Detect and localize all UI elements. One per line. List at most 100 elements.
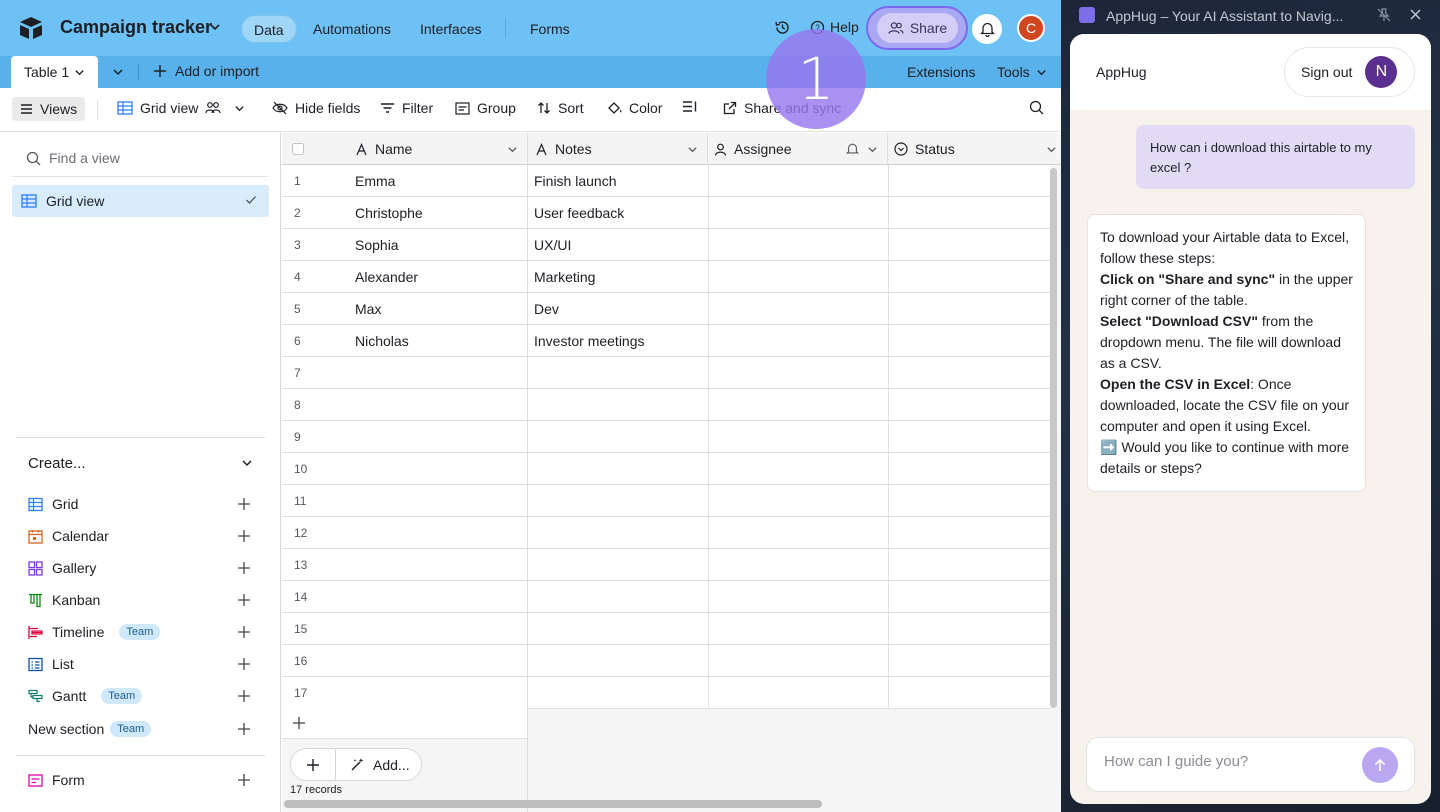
table-row[interactable]: 17 bbox=[282, 677, 1051, 709]
table-row[interactable]: 3 Sophia UX/UI bbox=[282, 229, 1051, 261]
find-view-input[interactable]: Find a view bbox=[26, 150, 120, 166]
table-row[interactable]: 8 bbox=[282, 389, 1051, 421]
create-section-header[interactable]: Create... bbox=[28, 455, 86, 472]
column-header-name[interactable]: Name bbox=[355, 133, 412, 165]
column-header-assignee[interactable]: Assignee bbox=[714, 133, 792, 165]
cell-notes[interactable]: User feedback bbox=[534, 205, 624, 221]
cell-name[interactable]: Christophe bbox=[355, 205, 423, 221]
tab-automations[interactable]: Automations bbox=[301, 15, 403, 43]
hide-fields-button[interactable]: Hide fields bbox=[272, 100, 360, 116]
add-calendar-plus-icon[interactable] bbox=[237, 529, 251, 543]
column-header-notes[interactable]: Notes bbox=[535, 133, 592, 165]
timeline-icon bbox=[28, 625, 43, 640]
cell-name[interactable]: Emma bbox=[355, 173, 395, 189]
horizontal-scrollbar[interactable] bbox=[284, 800, 822, 808]
add-kanban-plus-icon[interactable] bbox=[237, 593, 251, 607]
sidebar-item-grid-view[interactable]: Grid view bbox=[12, 185, 269, 217]
sort-button[interactable]: Sort bbox=[537, 100, 584, 116]
user-avatar[interactable]: C bbox=[1017, 14, 1045, 42]
table-row[interactable]: 6 Nicholas Investor meetings bbox=[282, 325, 1051, 357]
chat-input[interactable] bbox=[1104, 753, 1354, 770]
tab-forms[interactable]: Forms bbox=[518, 15, 582, 43]
color-button[interactable]: Color bbox=[606, 100, 662, 116]
tools-button[interactable]: Tools bbox=[997, 64, 1047, 80]
chevron-down-icon[interactable] bbox=[507, 133, 518, 165]
cell-divider bbox=[708, 677, 709, 709]
table-row[interactable]: 16 bbox=[282, 645, 1051, 677]
create-new-section-item[interactable]: New section Team bbox=[28, 719, 152, 739]
table-row[interactable]: 12 bbox=[282, 517, 1051, 549]
chevron-down-icon[interactable] bbox=[867, 133, 878, 165]
group-button[interactable]: Group bbox=[455, 100, 516, 116]
filter-button[interactable]: Filter bbox=[380, 100, 433, 116]
search-icon[interactable] bbox=[1029, 100, 1044, 115]
pin-icon[interactable] bbox=[1377, 8, 1391, 22]
add-grid-plus-icon[interactable] bbox=[237, 497, 251, 511]
add-gantt-plus-icon[interactable] bbox=[237, 689, 251, 703]
select-all-checkbox[interactable] bbox=[292, 133, 304, 165]
column-header-status[interactable]: Status bbox=[894, 133, 955, 165]
cell-notes[interactable]: Investor meetings bbox=[534, 333, 645, 349]
cell-notes[interactable]: Finish launch bbox=[534, 173, 617, 189]
create-gallery-item[interactable]: Gallery bbox=[28, 558, 96, 578]
all-tables-chevron-icon[interactable] bbox=[112, 66, 124, 78]
create-form-item[interactable]: Form bbox=[28, 770, 85, 790]
table-row[interactable]: 7 bbox=[282, 357, 1051, 389]
table-row[interactable]: 1 Emma Finish launch bbox=[282, 165, 1051, 197]
history-icon[interactable] bbox=[774, 19, 791, 36]
cell-name[interactable]: Alexander bbox=[355, 269, 418, 285]
send-arrow-icon[interactable] bbox=[1362, 747, 1398, 783]
create-grid-item[interactable]: Grid bbox=[28, 494, 78, 514]
add-section-plus-icon[interactable] bbox=[237, 722, 251, 736]
table-row[interactable]: 5 Max Dev bbox=[282, 293, 1051, 325]
cell-divider bbox=[888, 165, 889, 197]
cell-name[interactable]: Max bbox=[355, 301, 381, 317]
table-tab[interactable]: Table 1 bbox=[11, 56, 98, 88]
notifications-bell-icon[interactable] bbox=[972, 14, 1002, 44]
close-icon[interactable] bbox=[1409, 8, 1422, 21]
cell-notes[interactable]: UX/UI bbox=[534, 237, 571, 253]
cell-notes[interactable]: Marketing bbox=[534, 269, 595, 285]
chevron-down-icon[interactable] bbox=[1046, 133, 1057, 165]
table-row[interactable]: 14 bbox=[282, 581, 1051, 613]
add-record-plus-button[interactable] bbox=[291, 749, 336, 780]
table-row[interactable]: 15 bbox=[282, 613, 1051, 645]
tab-data[interactable]: Data bbox=[241, 15, 297, 43]
row-height-icon[interactable] bbox=[682, 100, 698, 113]
create-timeline-item[interactable]: Timeline Team bbox=[28, 622, 161, 642]
table-row[interactable]: 13 bbox=[282, 549, 1051, 581]
share-button[interactable]: Share bbox=[877, 13, 958, 43]
chevron-down-icon[interactable] bbox=[74, 67, 85, 78]
chevron-down-icon[interactable] bbox=[687, 133, 698, 165]
add-gallery-plus-icon[interactable] bbox=[237, 561, 251, 575]
grid-view-switcher[interactable]: Grid view bbox=[117, 100, 245, 116]
vertical-scrollbar[interactable] bbox=[1050, 168, 1057, 708]
sign-out-button[interactable]: Sign out N bbox=[1284, 47, 1415, 97]
chevron-down-icon[interactable] bbox=[241, 457, 253, 469]
table-row[interactable]: 11 bbox=[282, 485, 1051, 517]
extensions-button[interactable]: Extensions bbox=[907, 64, 975, 80]
table-row[interactable]: 10 bbox=[282, 453, 1051, 485]
table-row[interactable]: 9 bbox=[282, 421, 1051, 453]
bell-icon[interactable] bbox=[846, 133, 859, 165]
add-timeline-plus-icon[interactable] bbox=[237, 625, 251, 639]
create-list-item[interactable]: List bbox=[28, 654, 74, 674]
add-or-import-button[interactable]: Add or import bbox=[153, 63, 259, 79]
create-kanban-item[interactable]: Kanban bbox=[28, 590, 100, 610]
add-more-button[interactable]: Add... bbox=[336, 757, 410, 773]
airtable-logo-icon[interactable] bbox=[18, 16, 44, 40]
cell-notes[interactable]: Dev bbox=[534, 301, 559, 317]
cell-name[interactable]: Nicholas bbox=[355, 333, 409, 349]
tab-interfaces[interactable]: Interfaces bbox=[408, 15, 493, 43]
views-toggle-button[interactable]: Views bbox=[12, 97, 86, 121]
create-gantt-item[interactable]: Gantt Team bbox=[28, 686, 143, 706]
table-row[interactable]: 4 Alexander Marketing bbox=[282, 261, 1051, 293]
cell-name[interactable]: Sophia bbox=[355, 237, 399, 253]
add-list-plus-icon[interactable] bbox=[237, 657, 251, 671]
chevron-down-icon[interactable] bbox=[209, 21, 221, 33]
add-row-button[interactable] bbox=[282, 708, 528, 739]
table-row[interactable]: 2 Christophe User feedback bbox=[282, 197, 1051, 229]
base-title[interactable]: Campaign tracker bbox=[60, 17, 212, 38]
add-form-plus-icon[interactable] bbox=[237, 773, 251, 787]
create-calendar-item[interactable]: Calendar bbox=[28, 526, 109, 546]
